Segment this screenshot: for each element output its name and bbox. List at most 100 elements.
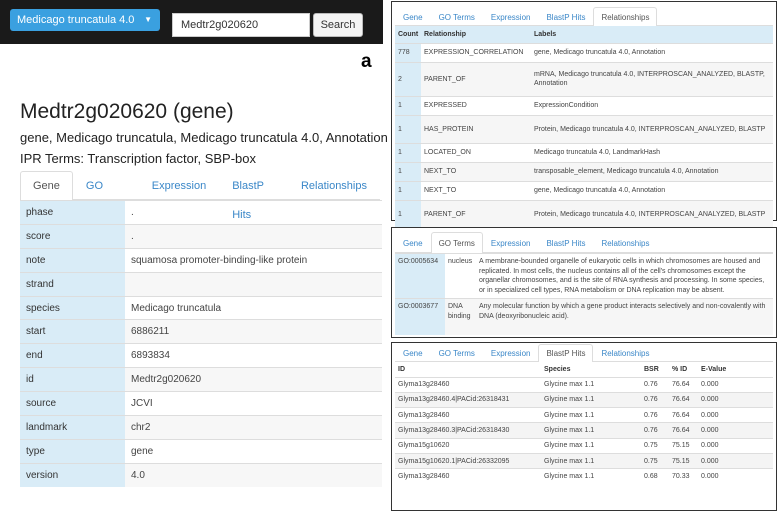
hit-evalue: 0.000 <box>698 422 773 439</box>
table-row: GO:0005634 nucleus A membrane-bounded or… <box>395 253 773 299</box>
tab-expression[interactable]: Expression <box>483 7 539 26</box>
hit-percent-id: 76.64 <box>669 407 698 423</box>
labels-cell: mRNA, Medicago truncatula 4.0, INTERPROS… <box>531 61 773 96</box>
labels-cell: gene, Medicago truncatula 4.0, Annotatio… <box>531 42 773 62</box>
hit-bsr: 0.75 <box>641 437 669 454</box>
property-value: Medtr2g020620 <box>125 367 382 392</box>
count-cell: 1 <box>395 142 421 162</box>
tab-blastp-hits[interactable]: BlastP Hits <box>538 232 593 253</box>
labels-cell: transposable_element, Medicago truncatul… <box>531 161 773 181</box>
go-terms-panel: Gene GO Terms Expression BlastP Hits Rel… <box>391 227 777 338</box>
labels-cell: ExpressionCondition <box>531 95 773 115</box>
blastp-tabs: Gene GO Terms Expression BlastP Hits Rel… <box>395 344 773 362</box>
property-value: 4.0 <box>125 462 382 488</box>
table-row: score. <box>20 223 382 249</box>
blastp-panel: Gene GO Terms Expression BlastP Hits Rel… <box>391 342 777 511</box>
hit-species: Glycine max 1.1 <box>541 422 641 439</box>
property-value: 6886211 <box>125 319 382 344</box>
tab-go-terms[interactable]: GO Terms <box>431 7 483 26</box>
hit-evalue: 0.000 <box>698 376 773 393</box>
labels-cell: Protein, Medicago truncatula 4.0, INTERP… <box>531 199 773 228</box>
tab-relationships[interactable]: Relationships <box>288 171 380 200</box>
hit-evalue: 0.000 <box>698 407 773 423</box>
tab-relationships[interactable]: Relationships <box>593 7 658 26</box>
table-row: source JCVI <box>20 391 382 416</box>
table-row: landmark chr2 <box>20 415 382 440</box>
go-id-link[interactable]: GO:0003677 <box>395 298 445 335</box>
count-cell: 1 <box>395 199 421 228</box>
hit-percent-id: 75.15 <box>669 437 698 454</box>
tab-gene[interactable]: Gene <box>20 171 73 200</box>
search-input[interactable] <box>172 13 310 37</box>
property-key: type <box>20 438 125 464</box>
column-header-id: ID <box>398 365 405 373</box>
go-description: Any molecular function by which a gene p… <box>476 298 773 335</box>
hit-species: Glycine max 1.1 <box>541 437 641 454</box>
property-value: gene <box>125 438 382 464</box>
tab-go-terms[interactable]: GO Terms <box>430 232 483 253</box>
property-key: strand <box>20 271 125 297</box>
gene-tabs: Gene GO Terms Expression BlastP Hits Rel… <box>20 171 380 221</box>
table-row: start 6886211 <box>20 319 382 344</box>
hit-bsr: 0.76 <box>641 376 669 393</box>
property-key: note <box>20 247 125 273</box>
hit-percent-id: 76.64 <box>669 376 698 393</box>
labels-cell: Protein, Medicago truncatula 4.0, INTERP… <box>531 114 773 143</box>
tab-blastp-hits[interactable]: BlastP Hits <box>538 344 594 362</box>
property-key: id <box>20 367 125 392</box>
tab-go-terms[interactable]: GO Terms <box>431 344 483 362</box>
page-title: Medtr2g020620 (gene) <box>20 100 234 123</box>
tab-expression[interactable]: Expression <box>139 171 219 200</box>
relationship-cell: EXPRESSED <box>421 95 531 115</box>
table-row: 1 NEXT_TO gene, Medicago truncatula 4.0, A… <box>395 180 773 200</box>
property-value: squamosa promoter-binding-like protein <box>125 247 382 273</box>
hit-bsr: 0.75 <box>641 452 669 469</box>
column-header-bsr: BSR <box>644 365 659 373</box>
table-row: version 4.0 <box>20 462 382 488</box>
count-cell: 1 <box>395 95 421 115</box>
go-id-link[interactable]: GO:0005634 <box>395 253 445 299</box>
relationships-tabs: Gene GO Terms Expression BlastP Hits Rel… <box>395 7 773 26</box>
go-terms-table: GO:0005634 nucleus A membrane-bounded or… <box>395 253 773 335</box>
column-header-evalue: E-Value <box>701 365 727 373</box>
column-header-relationship: Relationship <box>421 26 531 43</box>
search-button[interactable]: Search <box>313 13 363 37</box>
tab-blastp-hits[interactable]: BlastP Hits <box>219 171 288 221</box>
hit-id: Glyma15g10620.1|PACid:26332095 <box>395 452 541 469</box>
tab-expression[interactable]: Expression <box>483 232 539 253</box>
property-value: JCVI <box>125 391 382 416</box>
hit-bsr: 0.76 <box>641 407 669 423</box>
table-row: 1 LOCATED_ON Medicago truncatula 4.0, Land… <box>395 142 773 162</box>
tab-blastp-hits[interactable]: BlastP Hits <box>538 7 593 26</box>
count-cell: 2 <box>395 61 421 96</box>
property-value <box>125 271 382 297</box>
column-header-count: Count <box>395 26 421 43</box>
table-row: Glyma15g10620 Glycine max 1.1 0.75 75.15 0.0… <box>395 437 773 454</box>
property-key: source <box>20 391 125 416</box>
go-description: A membrane-bounded organelle of eukaryot… <box>476 253 773 299</box>
property-value: . <box>125 200 382 225</box>
tab-expression[interactable]: Expression <box>483 344 539 362</box>
table-row: Glyma13g28460.4|PACid:26318431 Glycine ma… <box>395 391 773 408</box>
tab-go-terms[interactable]: GO Terms <box>73 171 139 221</box>
hit-evalue: 0.000 <box>698 391 773 408</box>
tab-gene[interactable]: Gene <box>395 7 431 26</box>
organism-dropdown[interactable]: Medicago truncatula 4.0 ▼ <box>10 9 160 31</box>
hit-species: Glycine max 1.1 <box>541 407 641 423</box>
table-row: 778 EXPRESSION_CORRELATION gene, Medicago … <box>395 42 773 62</box>
tab-relationships[interactable]: Relationships <box>593 344 657 362</box>
tab-relationships[interactable]: Relationships <box>593 232 657 253</box>
table-row: 1 NEXT_TO transposable_element, Medicago t… <box>395 161 773 181</box>
labels-cell: gene, Medicago truncatula 4.0, Annotatio… <box>531 180 773 200</box>
table-row: type gene <box>20 438 382 464</box>
table-row: id Medtr2g020620 <box>20 367 382 392</box>
tab-gene[interactable]: Gene <box>395 344 431 362</box>
table-row: end 6893834 <box>20 343 382 368</box>
hit-id: Glyma13g28460 <box>395 468 541 485</box>
relationships-table: Count Relationship Labels 778 EXPRESSION_… <box>395 26 773 228</box>
property-value: . <box>125 223 382 249</box>
relationship-cell: PARENT_OF <box>421 61 531 96</box>
go-name: DNA binding <box>445 298 476 335</box>
tab-gene[interactable]: Gene <box>395 232 431 253</box>
hit-bsr: 0.76 <box>641 422 669 439</box>
